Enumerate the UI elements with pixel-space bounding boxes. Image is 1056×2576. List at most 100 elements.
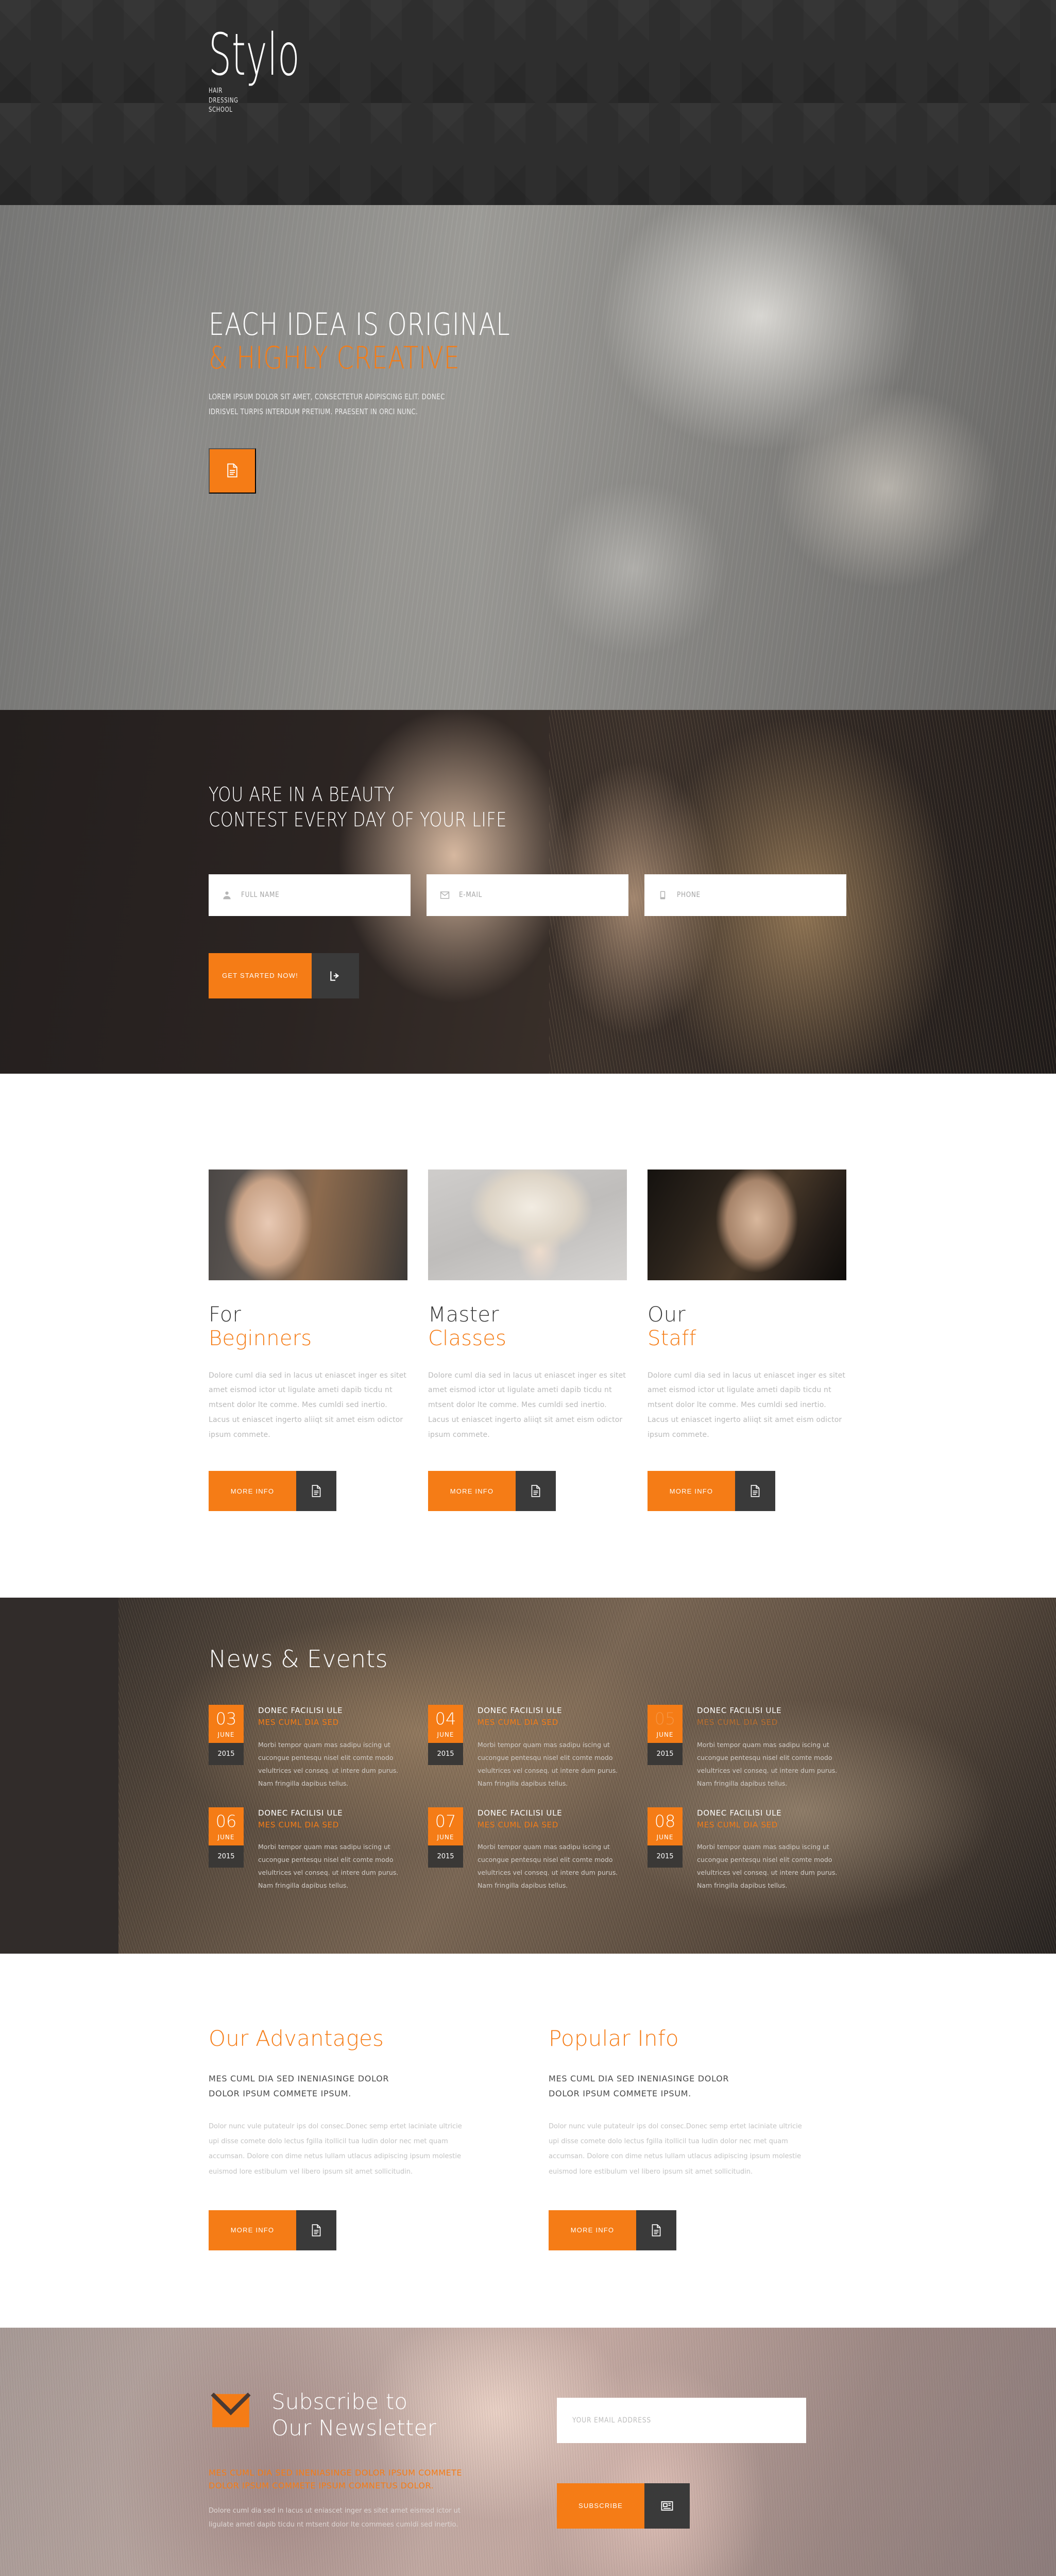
news-item[interactable]: 08 JUNE 2015 DONEC FACILISI ULE MES CUML DIA…: [648, 1807, 847, 1892]
news-body: DONEC FACILISI ULE MES CUML DIA SED Morbi …: [258, 1705, 408, 1790]
more-info-label: MORE INFO: [209, 2210, 296, 2250]
subscribe-button[interactable]: SUBSCRIBE: [557, 2483, 690, 2529]
hero-title-line-1: EACH IDEA IS ORIGINAL: [209, 307, 510, 343]
news-heading: News & Events: [209, 1645, 388, 1673]
site-logo[interactable]: Stylo HAIR DRESSING SCHOOL: [209, 22, 356, 115]
popular-info-heading: Popular Info: [549, 2026, 679, 2052]
news-title: DONEC FACILISI ULE: [478, 1706, 563, 1716]
hero-subtitle-line-1: LOREM IPSUM DOLOR SIT AMET, CONSECTETUR …: [209, 392, 445, 401]
news-body: DONEC FACILISI ULE MES CUML DIA SED Morbi …: [258, 1807, 408, 1892]
newsletter-title-line-1: Subscribe to: [271, 2388, 408, 2414]
more-info-button[interactable]: MORE INFO: [209, 1471, 336, 1512]
news-title: DONEC FACILISI ULE: [697, 1706, 782, 1716]
news-item[interactable]: 04 JUNE 2015 DONEC FACILISI ULE MES CUML DIA…: [428, 1705, 628, 1790]
news-date-badge: 07 JUNE 2015: [428, 1807, 463, 1892]
portrait-voluminous-blonde-image[interactable]: [428, 1170, 627, 1280]
news-day: 08: [654, 1811, 676, 1831]
feature-title-accent: Classes: [428, 1327, 507, 1351]
subscribe-label: SUBSCRIBE: [557, 2483, 644, 2529]
news-month: JUNE: [656, 1833, 674, 1841]
news-date-badge: 08 JUNE 2015: [648, 1807, 683, 1892]
news-item[interactable]: 03 JUNE 2015 DONEC FACILISI ULE MES CUML DIA…: [209, 1705, 408, 1790]
news-year: 2015: [209, 1845, 244, 1868]
portrait-straight-hair-image[interactable]: [209, 1170, 407, 1280]
news-left-panel: [0, 1598, 118, 1954]
newsletter-body-line-2: ligulate ameti dapib ticdu nt mtsent dol…: [209, 2521, 458, 2529]
news-subtitle: MES CUML DIA SED: [697, 1820, 778, 1829]
get-started-label: GET STARTED NOW!: [209, 953, 312, 998]
form-title-line-1: YOU ARE IN A BEAUTY: [209, 783, 395, 806]
newsletter-title-line-2: Our Newsletter: [271, 2415, 437, 2441]
feature-card-beginners: For Beginners Dolore cuml dia sed in lac…: [209, 1170, 407, 1512]
feature-title-top: Our: [648, 1303, 686, 1327]
news-title: DONEC FACILISI ULE: [697, 1808, 782, 1818]
more-info-label: MORE INFO: [549, 2210, 636, 2250]
logo-tagline-line-2: DRESSING: [209, 96, 239, 105]
portrait-male-model-image[interactable]: [648, 1170, 846, 1280]
news-year: 2015: [648, 1743, 683, 1766]
more-info-label: MORE INFO: [648, 1471, 735, 1512]
news-text: Morbi tempor quam mas sadipu iscing ut c…: [697, 1843, 838, 1890]
popular-info-column: Popular Info MES CUML DIA SED INENIASING…: [549, 2026, 806, 2250]
phone-input[interactable]: [677, 891, 823, 900]
news-item[interactable]: 07 JUNE 2015 DONEC FACILISI ULE MES CUML DIA…: [428, 1807, 628, 1892]
news-body: DONEC FACILISI ULE MES CUML DIA SED Morbi …: [697, 1807, 847, 1892]
hero-cta-button[interactable]: [209, 448, 256, 494]
news-day: 03: [215, 1709, 237, 1729]
newsletter-email-input[interactable]: [572, 2416, 778, 2425]
email-input[interactable]: [459, 891, 605, 900]
news-text: Morbi tempor quam mas sadipu iscing ut c…: [258, 1740, 399, 1787]
news-date-badge: 04 JUNE 2015: [428, 1705, 463, 1790]
news-events-section: News & Events 03 JUNE 2015 DONEC FACILISI U…: [0, 1598, 1056, 1954]
full-name-field[interactable]: [209, 874, 411, 916]
news-month: JUNE: [437, 1833, 454, 1841]
news-subtitle: MES CUML DIA SED: [258, 1718, 339, 1727]
news-item[interactable]: 06 JUNE 2015 DONEC FACILISI ULE MES CUML DIA…: [209, 1807, 408, 1892]
hero-title-line-2: & HIGHLY CREATIVE: [209, 340, 460, 376]
document-icon: [296, 2210, 336, 2250]
news-text: Morbi tempor quam mas sadipu iscing ut c…: [258, 1843, 399, 1890]
news-month: JUNE: [217, 1731, 235, 1739]
news-day: 06: [215, 1811, 237, 1831]
more-info-button[interactable]: MORE INFO: [549, 2210, 676, 2250]
news-subtitle: MES CUML DIA SED: [697, 1718, 778, 1727]
news-year: 2015: [428, 1845, 463, 1868]
feature-body: Dolore cuml dia sed in lacus ut eniascet…: [428, 1371, 626, 1439]
more-info-button[interactable]: MORE INFO: [428, 1471, 556, 1512]
hero-subtitle-line-2: IDRISVEL TURPIS INTERDUM PRETIUM. PRAESE…: [209, 406, 418, 416]
news-year: 2015: [428, 1743, 463, 1766]
more-info-label: MORE INFO: [209, 1471, 296, 1512]
more-info-button[interactable]: MORE INFO: [648, 1471, 775, 1512]
logo-text: Stylo: [209, 22, 300, 89]
advantages-grid: Our Advantages MES CUML DIA SED INENIASI…: [209, 2026, 847, 2250]
document-icon: [225, 463, 240, 480]
feature-title: Our Staff: [648, 1303, 846, 1351]
newsletter-email-field[interactable]: [557, 2397, 806, 2443]
more-info-button[interactable]: MORE INFO: [209, 2210, 336, 2250]
news-year: 2015: [648, 1845, 683, 1868]
news-item[interactable]: 05 JUNE 2015 DONEC FACILISI ULE MES CUML DIA…: [648, 1705, 847, 1790]
news-text: Morbi tempor quam mas sadipu iscing ut c…: [478, 1843, 618, 1890]
news-body: DONEC FACILISI ULE MES CUML DIA SED Morbi …: [478, 1705, 628, 1790]
advantages-heading: Our Advantages: [209, 2026, 384, 2052]
feature-title-top: For: [209, 1303, 242, 1327]
popular-info-body: Dolor nunc vule putateulr ips dol consec…: [549, 2122, 802, 2176]
news-day: 04: [435, 1709, 456, 1729]
advantages-section: Our Advantages MES CUML DIA SED INENIASI…: [0, 1954, 1056, 2328]
get-started-button[interactable]: GET STARTED NOW!: [209, 953, 359, 998]
feature-card-our-staff: Our Staff Dolore cuml dia sed in lacus u…: [648, 1170, 846, 1512]
popular-info-lead: MES CUML DIA SED INENIASINGE DOLOR DOLOR…: [549, 2072, 806, 2102]
advantages-lead: MES CUML DIA SED INENIASINGE DOLOR DOLOR…: [209, 2072, 466, 2102]
form-title: YOU ARE IN A BEAUTY CONTEST EVERY DAY OF…: [209, 782, 745, 833]
news-year: 2015: [209, 1743, 244, 1766]
news-body: DONEC FACILISI ULE MES CUML DIA SED Morbi …: [478, 1807, 628, 1892]
full-name-input[interactable]: [241, 891, 387, 900]
email-field[interactable]: [427, 874, 628, 916]
phone-field[interactable]: [644, 874, 846, 916]
news-title: DONEC FACILISI ULE: [478, 1808, 563, 1818]
advantages-lead-line-1: MES CUML DIA SED INENIASINGE DOLOR: [209, 2074, 389, 2084]
landing-page: Stylo HAIR DRESSING SCHOOL EACH IDEA IS …: [0, 0, 1056, 2576]
document-icon: [296, 1471, 336, 1512]
news-month: JUNE: [656, 1731, 674, 1739]
hero-title: EACH IDEA IS ORIGINAL & HIGHLY CREATIVE: [209, 308, 720, 375]
